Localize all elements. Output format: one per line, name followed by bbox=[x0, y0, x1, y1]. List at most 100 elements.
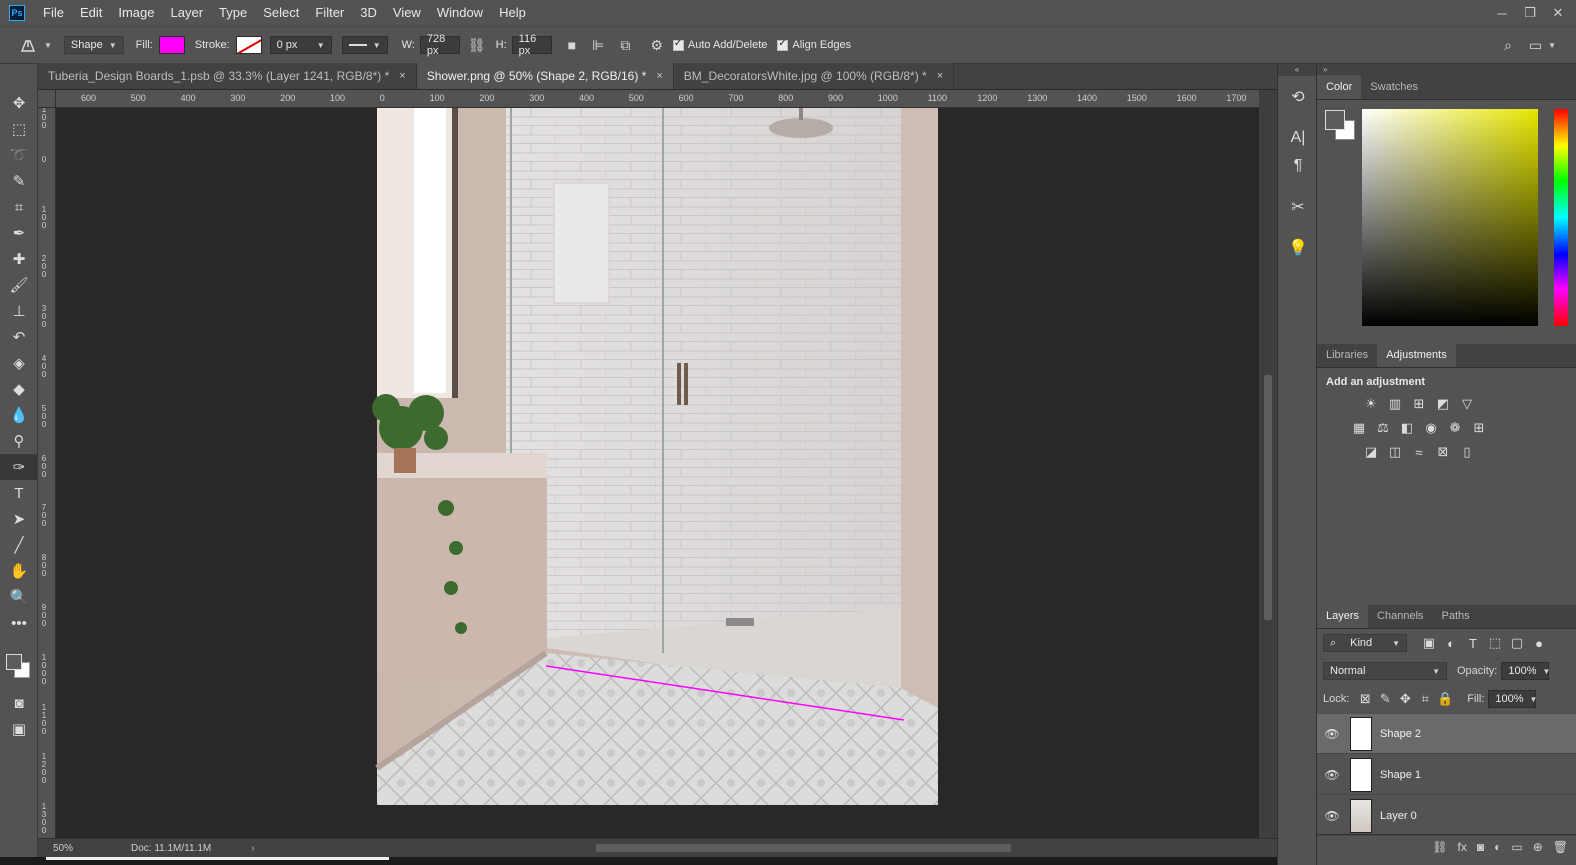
saturation-value-field[interactable] bbox=[1362, 109, 1538, 326]
tab-tuberia-design-boards[interactable]: Tuberia_Design Boards_1.psb @ 33.3% (Lay… bbox=[38, 63, 417, 89]
type-tool-icon[interactable]: T bbox=[0, 480, 38, 506]
ruler-origin[interactable] bbox=[38, 90, 56, 108]
layer-kind-filter[interactable]: ⌕ Kind ▼ bbox=[1323, 634, 1407, 652]
brightness-contrast-icon[interactable]: ☀ bbox=[1363, 396, 1379, 412]
path-arrangement-icon[interactable]: ⧉ bbox=[620, 37, 630, 54]
threshold-icon[interactable]: ≈ bbox=[1411, 444, 1427, 460]
zoom-tool-icon[interactable]: 🔍 bbox=[0, 584, 38, 610]
character-panel-icon[interactable]: A| bbox=[1278, 124, 1318, 152]
minimize-icon[interactable]: ─ bbox=[1488, 6, 1516, 21]
exposure-icon[interactable]: ◩ bbox=[1435, 396, 1451, 412]
path-selection-tool-icon[interactable]: ➤ bbox=[0, 506, 38, 532]
foreground-color-swatch[interactable] bbox=[1325, 110, 1345, 130]
layer-name[interactable]: Layer 0 bbox=[1380, 810, 1417, 822]
blur-tool-icon[interactable]: 💧 bbox=[0, 402, 38, 428]
layer-name[interactable]: Shape 1 bbox=[1380, 769, 1421, 781]
link-layers-icon[interactable]: ⛓ bbox=[1432, 840, 1447, 854]
menu-type[interactable]: Type bbox=[211, 0, 255, 26]
lock-pixels-icon[interactable]: ✎ bbox=[1377, 691, 1393, 707]
close-tab-icon[interactable]: × bbox=[656, 70, 662, 82]
horizontal-ruler[interactable]: 600 500 400 300 200 100 0 100 200 300 400 500 600 700… bbox=[56, 90, 1259, 108]
more-tools-icon[interactable]: ••• bbox=[0, 610, 38, 636]
curves-icon[interactable]: ⊞ bbox=[1411, 396, 1427, 412]
align-edges-checkbox[interactable]: Align Edges bbox=[777, 38, 851, 51]
history-panel-icon[interactable]: ⟲ bbox=[1278, 83, 1318, 111]
history-brush-tool-icon[interactable]: ↶ bbox=[0, 324, 38, 350]
photo-filter-icon[interactable]: ◉ bbox=[1423, 420, 1439, 436]
auto-add-delete-checkbox[interactable]: Auto Add/Delete bbox=[672, 38, 767, 51]
lasso-tool-icon[interactable]: ➰ bbox=[0, 142, 38, 168]
shape-filter-icon[interactable]: ⬚ bbox=[1487, 635, 1503, 651]
tools-panel-icon[interactable]: ✂ bbox=[1278, 193, 1318, 221]
link-icon[interactable]: ⛓ bbox=[468, 37, 486, 54]
layer-row[interactable]: 👁 Layer 0 bbox=[1317, 796, 1576, 836]
width-field[interactable]: 728 px bbox=[419, 33, 460, 57]
selective-color-icon[interactable]: ⊠ bbox=[1435, 444, 1451, 460]
lock-all-icon[interactable]: 🔒 bbox=[1437, 691, 1453, 707]
eye-icon[interactable]: 👁 bbox=[1317, 768, 1347, 782]
lock-artboard-icon[interactable]: ⌗ bbox=[1417, 691, 1433, 707]
clone-stamp-tool-icon[interactable]: ⊥ bbox=[0, 298, 38, 324]
close-tab-icon[interactable]: × bbox=[937, 70, 943, 82]
menu-help[interactable]: Help bbox=[491, 0, 534, 26]
layer-name[interactable]: Shape 2 bbox=[1380, 728, 1421, 740]
new-adjustment-icon[interactable]: ◐ bbox=[1494, 840, 1501, 854]
workspace-icon[interactable]: ▭ bbox=[1529, 37, 1542, 54]
type-filter-icon[interactable]: T bbox=[1465, 635, 1481, 651]
search-icon[interactable]: ⌕ bbox=[1504, 37, 1512, 54]
quick-mask-icon[interactable]: ◙ bbox=[0, 690, 38, 716]
brush-tool-icon[interactable]: 🖌 bbox=[0, 272, 38, 298]
stroke-width-field[interactable]: 0 px ▼ bbox=[269, 36, 332, 54]
color-panel-fg-bg[interactable] bbox=[1325, 110, 1357, 142]
opacity-field[interactable]: 100% ▼ bbox=[1501, 662, 1550, 680]
color-balance-icon[interactable]: ⚖ bbox=[1375, 420, 1391, 436]
hue-saturation-icon[interactable]: ▦ bbox=[1351, 420, 1367, 436]
tab-libraries[interactable]: Libraries bbox=[1317, 343, 1377, 367]
restore-icon[interactable]: ❐ bbox=[1516, 5, 1544, 21]
add-mask-icon[interactable]: ◙ bbox=[1477, 840, 1484, 854]
close-icon[interactable]: ✕ bbox=[1544, 5, 1572, 21]
lock-transparent-icon[interactable]: ⊠ bbox=[1357, 691, 1373, 707]
tab-adjustments[interactable]: Adjustments bbox=[1377, 343, 1456, 367]
foreground-color-swatch[interactable] bbox=[6, 654, 22, 670]
scroll-thumb[interactable] bbox=[596, 844, 1011, 852]
layer-row[interactable]: 👁 Shape 2 bbox=[1317, 714, 1576, 754]
eraser-tool-icon[interactable]: ◈ bbox=[0, 350, 38, 376]
paint-bucket-tool-icon[interactable]: ◆ bbox=[0, 376, 38, 402]
vertical-scrollbar[interactable] bbox=[1259, 90, 1277, 838]
eye-icon[interactable]: 👁 bbox=[1317, 809, 1347, 823]
layer-row[interactable]: 👁 Shape 1 bbox=[1317, 755, 1576, 795]
filter-toggle-icon[interactable]: ● bbox=[1531, 635, 1547, 651]
levels-icon[interactable]: ▥ bbox=[1387, 396, 1403, 412]
scroll-thumb[interactable] bbox=[1264, 375, 1272, 620]
new-layer-icon[interactable]: ⊕ bbox=[1533, 840, 1543, 854]
move-tool-icon[interactable]: ✥ bbox=[0, 90, 38, 116]
gear-icon[interactable]: ⚙ bbox=[650, 37, 663, 54]
hand-tool-icon[interactable]: ✋ bbox=[0, 558, 38, 584]
fill-swatch[interactable] bbox=[158, 36, 185, 54]
eyedropper-tool-icon[interactable]: ✒ bbox=[0, 220, 38, 246]
hue-slider[interactable] bbox=[1554, 109, 1568, 326]
vibrance-icon[interactable]: ▽ bbox=[1459, 396, 1475, 412]
marquee-tool-icon[interactable]: ⬚ bbox=[0, 116, 38, 142]
trash-icon[interactable]: 🗑 bbox=[1553, 840, 1568, 854]
lock-position-icon[interactable]: ✥ bbox=[1397, 691, 1413, 707]
tab-swatches[interactable]: Swatches bbox=[1361, 75, 1427, 99]
path-alignment-icon[interactable]: ⊫ bbox=[592, 37, 604, 54]
adjustment-filter-icon[interactable]: ◐ bbox=[1443, 635, 1459, 651]
tab-layers[interactable]: Layers bbox=[1317, 604, 1369, 628]
learn-panel-icon[interactable]: 💡 bbox=[1278, 234, 1318, 262]
horizontal-scrollbar[interactable] bbox=[326, 843, 1286, 853]
smart-object-filter-icon[interactable]: ▢ bbox=[1509, 635, 1525, 651]
menu-window[interactable]: Window bbox=[429, 0, 491, 26]
tab-paths[interactable]: Paths bbox=[1433, 604, 1479, 628]
dodge-tool-icon[interactable]: ⚲ bbox=[0, 428, 38, 454]
menu-select[interactable]: Select bbox=[255, 0, 307, 26]
stroke-type-dropdown[interactable]: ▼ bbox=[341, 36, 388, 54]
tab-channels[interactable]: Channels bbox=[1368, 604, 1432, 628]
screen-mode-icon[interactable]: ▣ bbox=[0, 716, 38, 742]
color-lookup-icon[interactable]: ⊞ bbox=[1471, 420, 1487, 436]
crop-tool-icon[interactable]: ⌗ bbox=[0, 194, 38, 220]
height-field[interactable]: 116 px bbox=[511, 33, 552, 57]
tab-bm-decorators-white[interactable]: BM_DecoratorsWhite.jpg @ 100% (RGB/8*) *… bbox=[673, 63, 955, 89]
